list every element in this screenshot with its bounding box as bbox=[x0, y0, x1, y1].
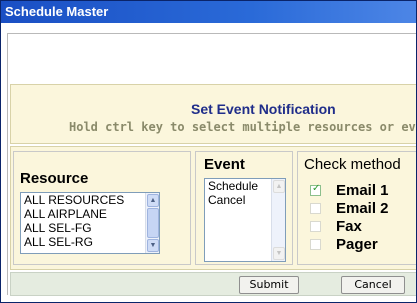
event-listbox[interactable]: Schedule Cancel ▲ ▼ bbox=[204, 178, 286, 262]
notification-title: Set Event Notification bbox=[191, 101, 336, 117]
resource-label: Resource bbox=[20, 170, 89, 187]
schedule-master-window: Schedule Master Set Event Notification H… bbox=[0, 0, 417, 303]
email-2-checkbox[interactable] bbox=[310, 203, 321, 214]
scroll-down-icon[interactable]: ▼ bbox=[273, 247, 285, 260]
window-content: Set Event Notification Hold ctrl key to … bbox=[1, 23, 417, 302]
resource-option[interactable]: ALL SEL-FG bbox=[21, 221, 159, 235]
method-option-email-1[interactable]: ✓ Email 1 bbox=[310, 182, 416, 200]
method-option-email-2[interactable]: Email 2 bbox=[310, 200, 416, 218]
scroll-up-icon[interactable]: ▲ bbox=[273, 180, 285, 193]
method-label: Check method bbox=[304, 156, 401, 173]
selection-row: Resource ALL RESOURCES ALL AIRPLANE ALL … bbox=[10, 146, 416, 270]
window-title: Schedule Master bbox=[1, 1, 416, 23]
scroll-thumb[interactable] bbox=[147, 208, 159, 238]
fax-label: Fax bbox=[336, 218, 362, 235]
scroll-down-icon[interactable]: ▼ bbox=[147, 239, 159, 252]
notification-header: Set Event Notification Hold ctrl key to … bbox=[10, 84, 417, 144]
pager-checkbox[interactable] bbox=[310, 239, 321, 250]
resource-option[interactable]: ALL RESOURCES bbox=[21, 193, 159, 207]
method-option-pager[interactable]: Pager bbox=[310, 236, 416, 254]
check-icon: ✓ bbox=[312, 183, 321, 194]
fax-checkbox[interactable] bbox=[310, 221, 321, 232]
email-1-checkbox[interactable]: ✓ bbox=[310, 183, 321, 196]
notification-subtitle: Hold ctrl key to select multiple resourc… bbox=[69, 120, 417, 134]
resource-option[interactable]: ALL SEL-RG bbox=[21, 235, 159, 249]
action-bar: Submit Cancel bbox=[10, 272, 416, 296]
resource-scrollbar[interactable]: ▲ ▼ bbox=[145, 193, 159, 253]
submit-button[interactable]: Submit bbox=[239, 276, 299, 294]
pager-label: Pager bbox=[336, 236, 378, 253]
resource-column: Resource ALL RESOURCES ALL AIRPLANE ALL … bbox=[13, 151, 191, 265]
email-1-label: Email 1 bbox=[336, 182, 389, 199]
method-column: Check method ✓ Email 1 Email 2 Fax Pager bbox=[297, 151, 416, 265]
event-column: Event Schedule Cancel ▲ ▼ bbox=[195, 151, 293, 265]
resource-listbox[interactable]: ALL RESOURCES ALL AIRPLANE ALL SEL-FG AL… bbox=[20, 192, 160, 254]
cancel-button[interactable]: Cancel bbox=[341, 276, 405, 294]
resource-option[interactable]: ALL AIRPLANE bbox=[21, 207, 159, 221]
form-frame: Set Event Notification Hold ctrl key to … bbox=[7, 33, 417, 296]
email-2-label: Email 2 bbox=[336, 200, 389, 217]
method-option-fax[interactable]: Fax bbox=[310, 218, 416, 236]
scroll-up-icon[interactable]: ▲ bbox=[147, 194, 159, 207]
event-label: Event bbox=[204, 156, 245, 173]
event-scrollbar[interactable]: ▲ ▼ bbox=[271, 179, 285, 261]
